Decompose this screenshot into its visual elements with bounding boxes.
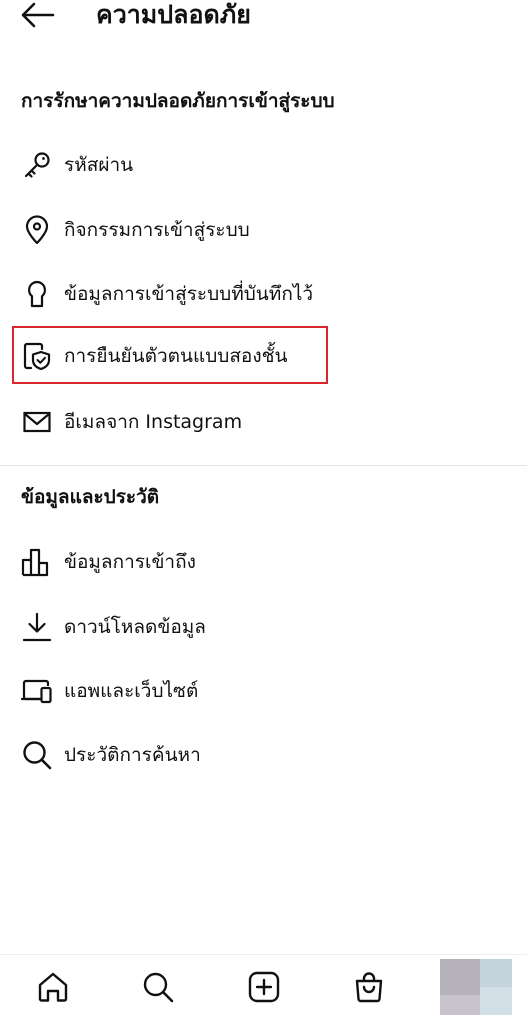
nav-shop-button[interactable]	[351, 969, 387, 1005]
menu-item-label: รหัสผ่าน	[64, 154, 134, 176]
mail-icon	[21, 406, 53, 438]
create-icon	[247, 970, 281, 1004]
menu-item-label: การยืนยันตัวตนแบบสองชั้น	[64, 345, 288, 367]
menu-item-label: ข้อมูลการเข้าถึง	[64, 551, 196, 573]
avatar-tile	[480, 987, 512, 1015]
avatar-tile	[480, 959, 512, 987]
menu-item-password[interactable]: รหัสผ่าน	[0, 137, 527, 193]
menu-item-login-activity[interactable]: กิจกรรมการเข้าสู่ระบบ	[0, 202, 527, 258]
section-divider	[0, 465, 527, 466]
menu-item-emails-from-instagram[interactable]: อีเมลจาก Instagram	[0, 394, 527, 450]
download-icon	[21, 611, 53, 643]
menu-item-label: อีเมลจาก Instagram	[64, 411, 243, 433]
menu-item-label: ข้อมูลการเข้าสู่ระบบที่บันทึกไว้	[64, 283, 314, 305]
profile-avatar[interactable]	[440, 959, 512, 1015]
menu-item-two-factor-auth[interactable]: การยืนยันตัวตนแบบสองชั้น	[0, 328, 527, 384]
page-title: ความปลอดภัย	[96, 0, 251, 29]
menu-item-label: กิจกรรมการเข้าสู่ระบบ	[64, 219, 250, 241]
header-bar: ความปลอดภัย	[0, 0, 527, 40]
section-title-login-security: การรักษาความปลอดภัยการเข้าสู่ระบบ	[21, 90, 335, 112]
menu-item-label: แอพและเว็บไซต์	[64, 680, 199, 702]
arrow-left-icon	[21, 2, 55, 28]
key-icon	[21, 149, 53, 181]
home-icon	[36, 970, 70, 1004]
menu-item-search-history[interactable]: ประวัติการค้นหา	[0, 727, 527, 783]
shop-icon	[352, 970, 386, 1004]
nav-home-button[interactable]	[35, 969, 71, 1005]
section-title-data-history: ข้อมูลและประวัติ	[21, 486, 160, 508]
search-icon	[141, 970, 175, 1004]
menu-item-label: ดาวน์โหลดข้อมูล	[64, 616, 206, 638]
location-pin-icon	[21, 214, 53, 246]
bar-chart-icon	[21, 546, 53, 578]
menu-item-apps-and-websites[interactable]: แอพและเว็บไซต์	[0, 663, 527, 719]
bottom-nav	[0, 954, 527, 1024]
menu-item-saved-login-info[interactable]: ข้อมูลการเข้าสู่ระบบที่บันทึกไว้	[0, 266, 527, 322]
menu-item-download-data[interactable]: ดาวน์โหลดข้อมูล	[0, 599, 527, 655]
back-button[interactable]	[18, 0, 58, 32]
menu-item-access-data[interactable]: ข้อมูลการเข้าถึง	[0, 534, 527, 590]
search-icon	[21, 739, 53, 771]
devices-icon	[21, 675, 53, 707]
nav-create-button[interactable]	[246, 969, 282, 1005]
nav-search-button[interactable]	[140, 969, 176, 1005]
menu-item-label: ประวัติการค้นหา	[64, 744, 201, 766]
avatar-tile	[440, 995, 480, 1015]
keyhole-icon	[21, 278, 53, 310]
shield-phone-icon	[21, 340, 53, 372]
